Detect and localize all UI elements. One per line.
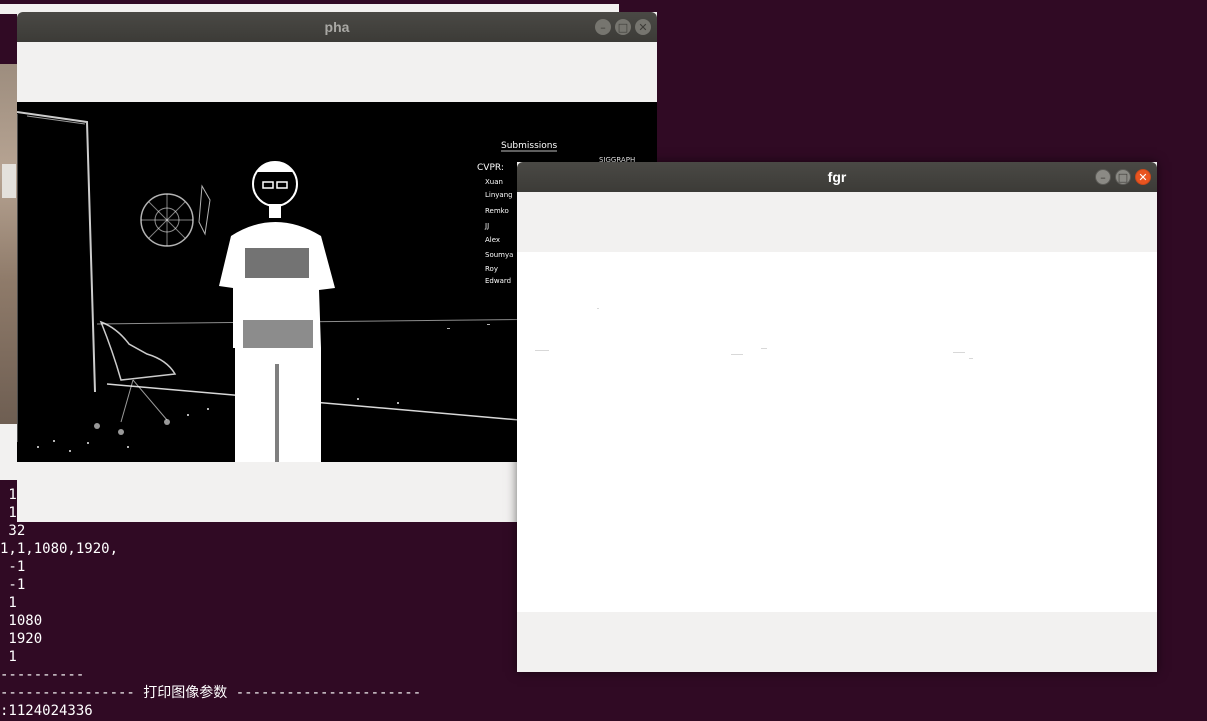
close-button[interactable]: ✕ xyxy=(635,19,651,35)
whiteboard-item: Roy xyxy=(485,265,498,273)
fgr-window[interactable]: fgr – □ ✕ xyxy=(517,162,1157,672)
background-window-paper xyxy=(2,164,16,198)
terminal-line: ---------------- 打印图像参数 ----------------… xyxy=(0,685,422,701)
maximize-icon: □ xyxy=(1117,170,1129,184)
terminal-line: -1 xyxy=(0,559,26,575)
terminal-line: 1 xyxy=(0,595,17,611)
maximize-button[interactable]: □ xyxy=(615,19,631,35)
window-title: pha xyxy=(324,19,350,35)
terminal-line: ---------- xyxy=(0,667,85,683)
terminal-line: -1 xyxy=(0,577,26,593)
minimize-icon: – xyxy=(600,20,606,34)
background-window-photo xyxy=(0,64,18,424)
background-window-left-edge xyxy=(0,64,18,424)
whiteboard-item: Soumya xyxy=(485,251,513,259)
minimize-button[interactable]: – xyxy=(595,19,611,35)
terminal-line: 1,1,1080,1920, xyxy=(0,541,119,557)
background-window-bottom-edge xyxy=(0,424,18,480)
fgr-titlebar[interactable]: fgr – □ ✕ xyxy=(517,162,1157,192)
terminal-line: 1 xyxy=(0,649,17,665)
close-button[interactable]: ✕ xyxy=(1135,169,1151,185)
minimize-icon: – xyxy=(1100,170,1106,184)
whiteboard-item: JJ xyxy=(484,222,489,230)
whiteboard-item: Linyang xyxy=(485,191,513,199)
maximize-button[interactable]: □ xyxy=(1115,169,1131,185)
close-icon: ✕ xyxy=(638,20,648,34)
whiteboard-item: Edward xyxy=(485,277,511,285)
maximize-icon: □ xyxy=(617,20,629,34)
pha-titlebar[interactable]: pha – □ ✕ xyxy=(17,12,657,42)
foreground-drawing xyxy=(517,252,1157,612)
terminal-line: :1124024336 xyxy=(0,703,93,719)
whiteboard-title: Submissions xyxy=(501,141,557,151)
terminal-line: 1080 xyxy=(0,613,43,629)
terminal-line: 1920 xyxy=(0,631,43,647)
close-icon: ✕ xyxy=(1138,170,1148,184)
whiteboard-item: Remko xyxy=(485,207,509,215)
fgr-foreground-image xyxy=(517,252,1157,612)
terminal-line: 32 xyxy=(0,523,26,539)
whiteboard-heading: CVPR: xyxy=(477,163,504,173)
minimize-button[interactable]: – xyxy=(1095,169,1111,185)
whiteboard-item: Alex xyxy=(485,236,500,244)
whiteboard-item: Xuan xyxy=(485,178,503,186)
window-title: fgr xyxy=(827,169,847,185)
